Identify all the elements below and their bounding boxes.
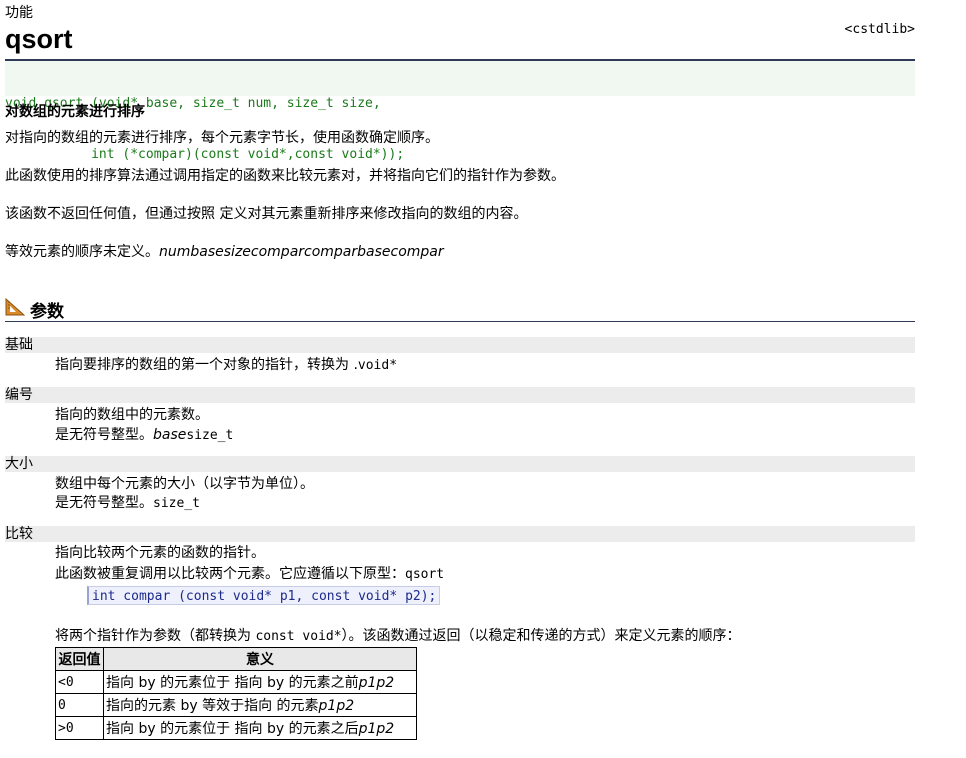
short-description: 对数组的元素进行排序	[5, 104, 145, 120]
param-compar-desc-3-text-a: 将两个指针作为参数（都转换为	[55, 628, 256, 644]
return-value: >0	[55, 716, 104, 740]
param-base-desc: 指向要排序的数组的第一个对象的指针，转换为 .void*	[55, 356, 397, 375]
return-meaning-italic: p1p2	[358, 721, 395, 737]
param-size-desc-2: 是无符号整型。size_t	[55, 494, 200, 513]
section-divider	[5, 321, 915, 322]
prototype-line-2: int (*compar)(const void*,const void*));	[5, 147, 405, 162]
category-label: 功能	[5, 5, 33, 21]
param-base-code: void*	[357, 358, 398, 373]
param-num-desc-2-text: 是无符号整型。	[55, 427, 153, 443]
ruler-triangle-icon	[5, 298, 25, 316]
return-meaning-text: 指向的元素 by 等效于指向 的元素	[106, 698, 319, 714]
return-meaning: 指向 by 的元素位于 指向 by 的元素之前p1p2	[103, 670, 417, 694]
param-compar-desc-2: 此函数被重复调用以比较两个元素。它应遵循以下原型：qsort	[55, 565, 444, 584]
param-compar-code: qsort	[405, 567, 445, 582]
paragraph-4-text: 等效元素的顺序未定义。	[5, 244, 159, 260]
param-num-desc-1: 指向的数组中的元素数。	[55, 407, 209, 423]
return-meaning-text: 指向 by 的元素位于 指向 by 的元素之后	[106, 721, 359, 737]
table-row: 0 指向的元素 by 等效于指向 的元素p1p2	[55, 693, 417, 717]
return-meaning-italic: p1p2	[318, 698, 355, 714]
param-size-desc-2-text: 是无符号整型。	[55, 495, 153, 511]
param-compar-desc-2-text: 此函数被重复调用以比较两个元素。它应遵循以下原型：	[55, 566, 405, 582]
param-name-base: 基础	[5, 337, 915, 353]
param-name-compar: 比较	[5, 526, 915, 542]
return-value-table: 返回值 意义 <0 指向 by 的元素位于 指向 by 的元素之前p1p2 0 …	[55, 647, 417, 740]
table-row: >0 指向 by 的元素位于 指向 by 的元素之后p1p2	[55, 716, 417, 740]
param-num-italic: base	[153, 427, 187, 443]
paragraph-4-italic: numbasesizecomparcomparbasecompar	[159, 244, 444, 260]
param-size-code: size_t	[153, 496, 200, 511]
param-name-size: 大小	[5, 456, 915, 472]
description-paragraph-3: 该函数不返回任何值，但通过按照 定义对其元素重新排序来修改指向的数组的内容。	[5, 206, 528, 222]
return-meaning: 指向的元素 by 等效于指向 的元素p1p2	[103, 693, 417, 717]
table-row: <0 指向 by 的元素位于 指向 by 的元素之前p1p2	[55, 670, 417, 694]
header-library[interactable]: <cstdlib>	[845, 22, 915, 37]
return-meaning: 指向 by 的元素位于 指向 by 的元素之后p1p2	[103, 716, 417, 740]
param-base-desc-text: 指向要排序的数组的第一个对象的指针，转换为 .	[55, 357, 358, 373]
return-value: <0	[55, 670, 104, 694]
parameters-section-header: 参数	[5, 296, 915, 324]
param-compar-desc-3: 将两个指针作为参数（都转换为 const void*）。该函数通过返回（以稳定和…	[55, 627, 741, 646]
param-compar-code-2: const void*	[255, 629, 342, 644]
param-name-num: 编号	[5, 387, 915, 403]
page-title: qsort	[5, 24, 73, 54]
description-paragraph-1: 对指向的数组的元素进行排序，每个元素字节长，使用函数确定顺序。	[5, 130, 439, 146]
param-compar-desc-1: 指向比较两个元素的函数的指针。	[55, 545, 265, 561]
return-meaning-text: 指向 by 的元素位于 指向 by 的元素之前	[106, 675, 359, 691]
table-header-meaning: 意义	[103, 647, 417, 671]
return-meaning-italic: p1p2	[358, 675, 395, 691]
return-value: 0	[55, 693, 104, 717]
description-paragraph-4: 等效元素的顺序未定义。numbasesizecomparcomparbaseco…	[5, 243, 444, 261]
param-compar-desc-3-text-b: ）。该函数通过返回（以稳定和传递的方式）来定义元素的顺序：	[341, 628, 741, 644]
param-num-desc-2: 是无符号整型。basesize_t	[55, 426, 233, 445]
description-paragraph-2: 此函数使用的排序算法通过调用指定的函数来比较元素对，并将指向它们的指针作为参数。	[5, 168, 565, 184]
table-header-return: 返回值	[55, 647, 104, 671]
param-size-desc-1: 数组中每个元素的大小（以字节为单位）。	[55, 476, 314, 492]
compar-prototype-code: int compar (const void* p1, const void* …	[87, 586, 440, 605]
param-num-code: size_t	[186, 428, 234, 443]
parameters-heading: 参数	[30, 302, 64, 322]
function-prototype: void qsort (void* base, size_t num, size…	[5, 61, 915, 162]
table-header-row: 返回值 意义	[55, 647, 417, 671]
